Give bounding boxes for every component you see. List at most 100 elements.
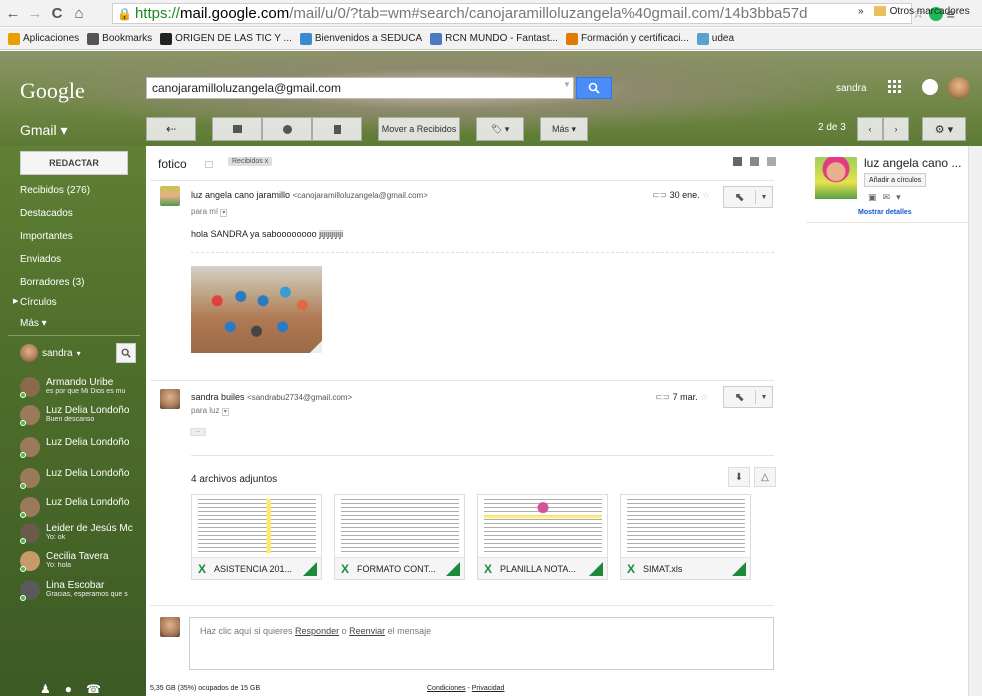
search-options-icon[interactable]: ▼ bbox=[563, 80, 571, 89]
show-details-icon[interactable]: ▾ bbox=[220, 209, 228, 217]
hangouts-icon[interactable]: ● bbox=[65, 682, 72, 696]
contact-name: Cecilia Tavera bbox=[46, 551, 109, 562]
bookmark-item[interactable]: Aplicaciones bbox=[8, 32, 79, 45]
msg2-sender[interactable]: sandra builes <sandrabu2734@gmail.com> bbox=[191, 392, 352, 402]
show-details-link[interactable]: Mostrar detalles bbox=[858, 209, 912, 216]
bookmark-item[interactable]: ORIGEN DE LAS TIC Y ... bbox=[160, 32, 292, 45]
back-icon[interactable]: ← bbox=[4, 4, 22, 22]
new-window-icon[interactable] bbox=[767, 157, 776, 166]
gmail-menu[interactable]: Gmail ▾ bbox=[20, 122, 67, 139]
newer-button[interactable]: ‹ bbox=[857, 117, 883, 141]
google-logo[interactable]: Google bbox=[20, 78, 85, 104]
bookmark-item[interactable]: RCN MUNDO - Fantast... bbox=[430, 32, 558, 45]
forward-link[interactable]: Reenviar bbox=[349, 626, 385, 636]
contacts-icon[interactable]: ♟ bbox=[40, 682, 51, 696]
search-input[interactable]: canojaramilloluzangela@gmail.com bbox=[146, 77, 574, 99]
video-call-icon[interactable]: ▣ bbox=[868, 192, 877, 203]
sender-avatar[interactable] bbox=[160, 186, 180, 206]
reply-box[interactable]: Haz clic aquí si quieres Responder o Ree… bbox=[189, 617, 774, 670]
back-to-list-button[interactable]: ⇠ bbox=[146, 117, 196, 141]
divider bbox=[191, 455, 774, 456]
spam-button[interactable] bbox=[262, 117, 312, 141]
nav-inbox[interactable]: Recibidos (276) bbox=[20, 185, 90, 196]
phone-icon[interactable]: ☎ bbox=[86, 682, 101, 696]
hangouts-contact[interactable]: Luz Delia Londoño bbox=[20, 437, 158, 458]
terms-link[interactable]: Condiciones bbox=[427, 685, 466, 692]
compose-button[interactable]: REDACTAR bbox=[20, 151, 128, 175]
msg1-sender[interactable]: luz angela cano jaramillo <canojaramillo… bbox=[191, 190, 428, 200]
contact-photo[interactable] bbox=[815, 157, 857, 199]
attachment-card[interactable]: X ASISTENCIA 201... bbox=[191, 494, 322, 580]
other-bookmarks[interactable]: Otros marcadores bbox=[890, 6, 970, 17]
hangouts-contact[interactable]: Lina Escobar Gracias, esperamos que s bbox=[20, 580, 158, 601]
address-bar[interactable]: 🔒 https://mail.google.com/mail/u/0/?tab=… bbox=[112, 3, 912, 24]
star-icon[interactable]: ☆ bbox=[702, 190, 710, 200]
photo-attachment[interactable] bbox=[191, 266, 322, 353]
hangouts-contact[interactable]: Leider de Jesús Mc Yo: ok bbox=[20, 523, 158, 544]
home-icon[interactable]: ⌂ bbox=[70, 4, 88, 22]
apps-grid-icon[interactable] bbox=[888, 80, 902, 97]
hangouts-contact[interactable]: Luz Delia Londoño bbox=[20, 497, 158, 518]
star-icon[interactable]: ☆ bbox=[700, 392, 708, 402]
importance-marker-icon[interactable] bbox=[205, 161, 213, 168]
nav-drafts[interactable]: Borradores (3) bbox=[20, 277, 84, 288]
chevron-down-icon[interactable]: ▼ bbox=[756, 394, 772, 401]
reload-icon[interactable]: C bbox=[48, 4, 66, 22]
add-to-circles-button[interactable]: Añadir a círculos bbox=[864, 173, 927, 187]
account-avatar[interactable] bbox=[948, 77, 970, 99]
sender-avatar[interactable] bbox=[160, 389, 180, 409]
older-button[interactable]: › bbox=[883, 117, 909, 141]
nav-circles[interactable]: Círculos bbox=[20, 297, 57, 308]
nav-important[interactable]: Importantes bbox=[20, 231, 73, 242]
hangouts-contact[interactable]: Luz Delia Londoño bbox=[20, 468, 158, 489]
chevron-down-icon[interactable]: ▾ bbox=[896, 192, 901, 203]
attachment-card[interactable]: X FORMATO CONT... bbox=[334, 494, 465, 580]
msg1-reply-button[interactable]: ⬉ ▼ bbox=[723, 186, 773, 208]
more-button[interactable]: Más ▾ bbox=[540, 117, 588, 141]
msg1-recipients[interactable]: para mí ▾ bbox=[191, 207, 228, 217]
hangouts-contact[interactable]: Armando Uribe es por que Mi Dios es mu bbox=[20, 377, 158, 398]
contact-name[interactable]: luz angela cano ... bbox=[864, 156, 969, 170]
delete-button[interactable] bbox=[312, 117, 362, 141]
hangouts-contact[interactable]: Luz Delia Londoño Buen descanso bbox=[20, 405, 158, 426]
bookmark-item[interactable]: Formación y certificaci... bbox=[565, 32, 689, 45]
reply-icon[interactable]: ⬉ bbox=[724, 190, 756, 204]
save-to-drive-icon[interactable]: △ bbox=[754, 467, 776, 487]
print-icon[interactable] bbox=[750, 157, 759, 166]
nav-sent[interactable]: Enviados bbox=[20, 254, 61, 265]
hangouts-me[interactable]: sandra ▾ bbox=[20, 344, 81, 362]
user-name[interactable]: sandra bbox=[836, 83, 867, 94]
labels-button[interactable]: 🏷 ▾ bbox=[476, 117, 524, 141]
nav-starred[interactable]: Destacados bbox=[20, 208, 73, 219]
notifications-icon[interactable] bbox=[922, 79, 938, 95]
hangouts-contact[interactable]: Cecilia Tavera Yo: hola bbox=[20, 551, 158, 572]
move-to-inbox-button[interactable]: Mover a Recibidos bbox=[378, 117, 460, 141]
privacy-link[interactable]: Privacidad bbox=[472, 685, 505, 692]
show-details-icon[interactable]: ▾ bbox=[221, 408, 229, 416]
bookmark-item[interactable]: udea bbox=[696, 32, 734, 45]
bookmark-item[interactable]: Bookmarks bbox=[87, 32, 152, 45]
scrollbar[interactable] bbox=[968, 146, 982, 696]
msg2-recipients[interactable]: para luz ▾ bbox=[191, 406, 229, 416]
expand-arrow-icon[interactable]: ▶ bbox=[13, 297, 18, 305]
reply-icon[interactable]: ⬉ bbox=[724, 390, 756, 404]
search-button[interactable] bbox=[576, 77, 612, 99]
attachment-card[interactable]: X SIMAT.xls bbox=[620, 494, 751, 580]
archive-button[interactable] bbox=[212, 117, 262, 141]
reply-link[interactable]: Responder bbox=[295, 626, 339, 636]
hangouts-search-button[interactable] bbox=[116, 343, 136, 363]
forward-icon[interactable]: → bbox=[26, 4, 44, 22]
msg2-reply-button[interactable]: ⬉ ▼ bbox=[723, 386, 773, 408]
inbox-label[interactable]: Recibidos x bbox=[228, 157, 273, 166]
remove-label-icon[interactable]: x bbox=[265, 158, 269, 165]
attachment-card[interactable]: X PLANILLA NOTA... bbox=[477, 494, 608, 580]
show-trimmed-content[interactable]: ... bbox=[190, 428, 206, 436]
bookmark-item[interactable]: Bienvenidos a SEDUCA bbox=[299, 32, 422, 45]
download-all-icon[interactable]: ⬇ bbox=[728, 467, 750, 487]
bookmarks-more-icon[interactable]: » bbox=[858, 6, 864, 17]
nav-more[interactable]: Más ▾ bbox=[20, 318, 47, 329]
print-all-icon[interactable] bbox=[733, 157, 742, 166]
email-icon[interactable]: ✉ bbox=[883, 192, 891, 203]
chevron-down-icon[interactable]: ▼ bbox=[756, 194, 772, 201]
settings-button[interactable]: ⚙ ▾ bbox=[922, 117, 966, 141]
